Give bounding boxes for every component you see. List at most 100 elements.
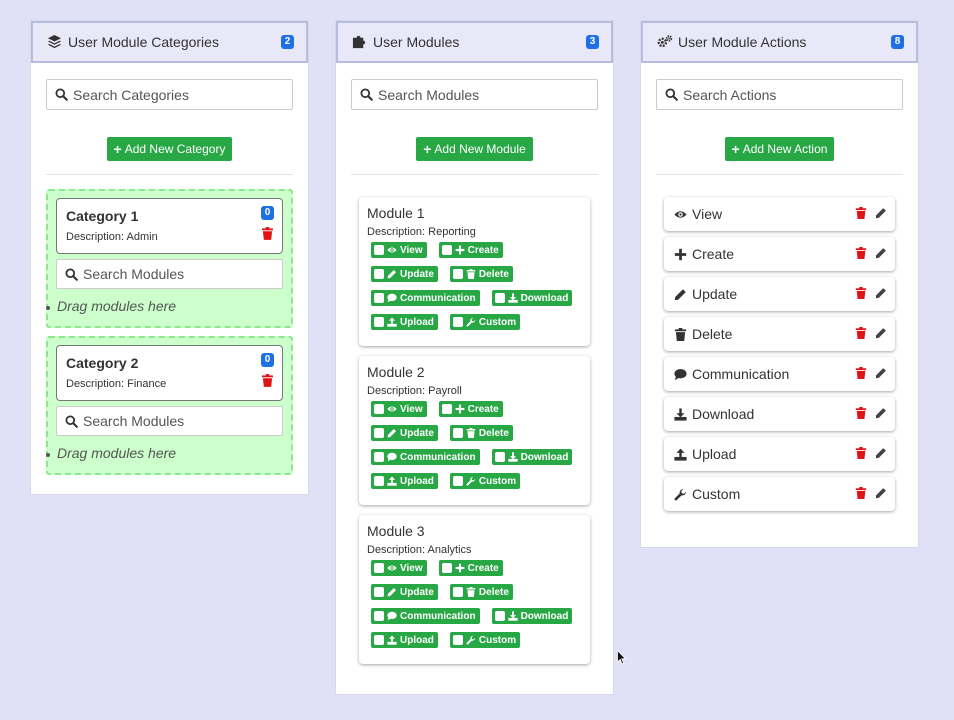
category-search-modules-input[interactable]: Search Modules	[56, 406, 283, 436]
edit-action-icon[interactable]	[875, 206, 887, 222]
permission-chip-upload[interactable]: Upload	[371, 473, 438, 489]
permission-chip-update[interactable]: Update	[371, 266, 438, 282]
delete-action-icon[interactable]	[855, 326, 867, 342]
permission-checkbox[interactable]	[441, 404, 452, 414]
permission-checkbox[interactable]	[441, 245, 452, 255]
delete-action-icon[interactable]	[855, 446, 867, 462]
permission-checkbox[interactable]	[374, 452, 384, 462]
action-tools	[855, 286, 887, 302]
add-module-button[interactable]: + Add New Module	[416, 137, 533, 161]
category-card[interactable]: Category 2 Description: Finance 0	[56, 345, 283, 401]
action-item-communication[interactable]: Communication	[664, 357, 895, 391]
permission-chip-download[interactable]: Download	[491, 449, 573, 465]
edit-action-icon[interactable]	[875, 246, 887, 262]
permission-checkbox[interactable]	[494, 452, 505, 462]
permission-chip-delete[interactable]: Delete	[449, 425, 513, 441]
permission-checkbox[interactable]	[452, 635, 463, 645]
delete-action-icon[interactable]	[855, 246, 867, 262]
permission-checkbox[interactable]	[452, 428, 463, 438]
search-categories-input[interactable]: Search Categories	[46, 79, 293, 110]
delete-action-icon[interactable]	[855, 406, 867, 422]
permission-chip-communication[interactable]: Communication	[371, 608, 480, 624]
permission-chip-upload[interactable]: Upload	[371, 314, 438, 330]
delete-action-icon[interactable]	[855, 366, 867, 382]
permission-chip-view[interactable]: View	[371, 560, 427, 576]
permission-checkbox[interactable]	[494, 611, 505, 621]
delete-action-icon[interactable]	[855, 486, 867, 502]
permission-chip-communication[interactable]: Communication	[371, 449, 480, 465]
permission-checkbox[interactable]	[374, 563, 384, 573]
add-category-button[interactable]: + Add New Category	[106, 137, 233, 161]
eye-icon	[387, 563, 397, 573]
permission-chip-update[interactable]: Update	[371, 425, 438, 441]
permission-checkbox[interactable]	[452, 269, 463, 279]
permission-checkbox[interactable]	[374, 245, 384, 255]
add-action-button[interactable]: + Add New Action	[724, 137, 835, 161]
permission-chip-communication[interactable]: Communication	[371, 290, 480, 306]
permission-checkbox[interactable]	[452, 476, 463, 486]
search-icon	[65, 414, 78, 428]
permission-checkbox[interactable]	[494, 293, 505, 303]
search-actions-input[interactable]: Search Actions	[656, 79, 903, 110]
permission-checkbox[interactable]	[441, 563, 452, 573]
module-card[interactable]: Module 1 Description: Reporting View Create…	[359, 197, 590, 346]
wrench-icon	[466, 317, 476, 327]
edit-action-icon[interactable]	[875, 406, 887, 422]
wrench-icon	[466, 476, 476, 486]
category-drop-zone[interactable]: Category 2 Description: Finance 0 Search…	[46, 336, 293, 475]
permission-chip-delete[interactable]: Delete	[449, 584, 513, 600]
permission-chip-create[interactable]: Create	[438, 242, 503, 258]
permission-checkbox[interactable]	[374, 476, 384, 486]
permission-checkbox[interactable]	[374, 635, 384, 645]
permission-chip-view[interactable]: View	[371, 242, 427, 258]
action-item-update[interactable]: Update	[664, 277, 895, 311]
comment-icon	[387, 293, 397, 303]
permission-chip-create[interactable]: Create	[438, 401, 503, 417]
category-drop-zone[interactable]: Category 1 Description: Admin 0 Search M…	[46, 189, 293, 328]
permission-chip-view[interactable]: View	[371, 401, 427, 417]
permission-checkbox[interactable]	[374, 428, 384, 438]
delete-action-icon[interactable]	[855, 286, 867, 302]
permission-checkbox[interactable]	[374, 404, 384, 414]
permission-checkbox[interactable]	[374, 293, 384, 303]
permission-checkbox[interactable]	[374, 611, 384, 621]
add-action-label: Add New Action	[742, 142, 828, 156]
search-modules-input[interactable]: Search Modules	[351, 79, 598, 110]
edit-action-icon[interactable]	[875, 486, 887, 502]
permission-chip-update[interactable]: Update	[371, 584, 438, 600]
module-card[interactable]: Module 2 Description: Payroll View Create Up…	[359, 356, 590, 505]
category-search-modules-input[interactable]: Search Modules	[56, 259, 283, 289]
permission-checkbox[interactable]	[374, 317, 384, 327]
delete-category-icon[interactable]	[262, 227, 273, 245]
plus-icon: +	[423, 141, 432, 157]
permission-checkbox[interactable]	[452, 587, 463, 597]
permission-chip-custom[interactable]: Custom	[449, 632, 521, 648]
action-item-create[interactable]: Create	[664, 237, 895, 271]
permission-chip-custom[interactable]: Custom	[449, 314, 521, 330]
category-card[interactable]: Category 1 Description: Admin 0	[56, 198, 283, 254]
edit-action-icon[interactable]	[875, 446, 887, 462]
edit-action-icon[interactable]	[875, 326, 887, 342]
edit-action-icon[interactable]	[875, 286, 887, 302]
action-item-download[interactable]: Download	[664, 397, 895, 431]
action-item-delete[interactable]: Delete	[664, 317, 895, 351]
permission-chip-download[interactable]: Download	[491, 608, 573, 624]
edit-action-icon[interactable]	[875, 366, 887, 382]
permission-chip-create[interactable]: Create	[438, 560, 503, 576]
action-item-upload[interactable]: Upload	[664, 437, 895, 471]
delete-category-icon[interactable]	[262, 374, 273, 392]
permission-checkbox[interactable]	[374, 269, 384, 279]
module-card[interactable]: Module 3 Description: Analytics View Create…	[359, 515, 590, 664]
layers-icon	[47, 34, 63, 50]
permission-chip-upload[interactable]: Upload	[371, 632, 438, 648]
delete-action-icon[interactable]	[855, 206, 867, 222]
permission-checkbox[interactable]	[374, 587, 384, 597]
permission-label: Delete	[478, 586, 509, 598]
module-title: Module 1	[367, 205, 425, 221]
action-item-custom[interactable]: Custom	[664, 477, 895, 511]
permission-checkbox[interactable]	[452, 317, 463, 327]
permission-chip-delete[interactable]: Delete	[449, 266, 513, 282]
permission-chip-download[interactable]: Download	[491, 290, 573, 306]
permission-chip-custom[interactable]: Custom	[449, 473, 521, 489]
action-item-view[interactable]: View	[664, 197, 895, 231]
